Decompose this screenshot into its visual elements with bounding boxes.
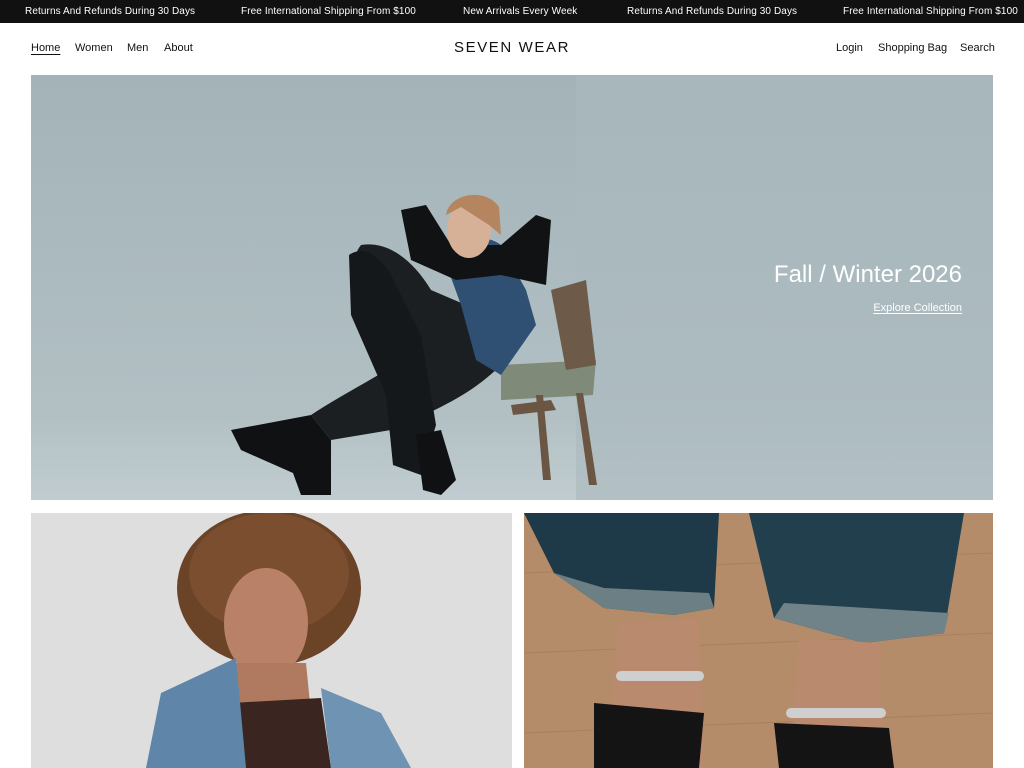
- nav-search[interactable]: Search: [960, 41, 995, 55]
- women-model-image: [31, 513, 512, 768]
- hero-title: Fall / Winter 2026: [773, 261, 962, 288]
- announcement-shipping: Free International Shipping From $100: [241, 6, 416, 17]
- nav-login[interactable]: Login: [836, 41, 863, 55]
- site-header: Home Women Men About SEVEN WEAR Login Sh…: [0, 23, 1024, 74]
- nav-shopping-bag[interactable]: Shopping Bag: [878, 41, 947, 55]
- announcement-bar: Returns And Refunds During 30 Days Free …: [0, 0, 1024, 23]
- category-tile-shoes[interactable]: [524, 513, 993, 768]
- shoes-image: [524, 513, 993, 768]
- hero-banner[interactable]: Fall / Winter 2026 Explore Collection: [31, 75, 993, 500]
- explore-collection-link[interactable]: Explore Collection: [873, 302, 962, 314]
- category-tile-women[interactable]: [31, 513, 512, 768]
- announcement-shipping-repeat: Free International Shipping From $100: [843, 6, 1018, 17]
- announcement-new-arrivals: New Arrivals Every Week: [463, 6, 578, 17]
- announcement-returns-repeat: Returns And Refunds During 30 Days: [627, 6, 798, 17]
- site-logo[interactable]: SEVEN WEAR: [0, 38, 1024, 58]
- announcement-returns: Returns And Refunds During 30 Days: [25, 6, 196, 17]
